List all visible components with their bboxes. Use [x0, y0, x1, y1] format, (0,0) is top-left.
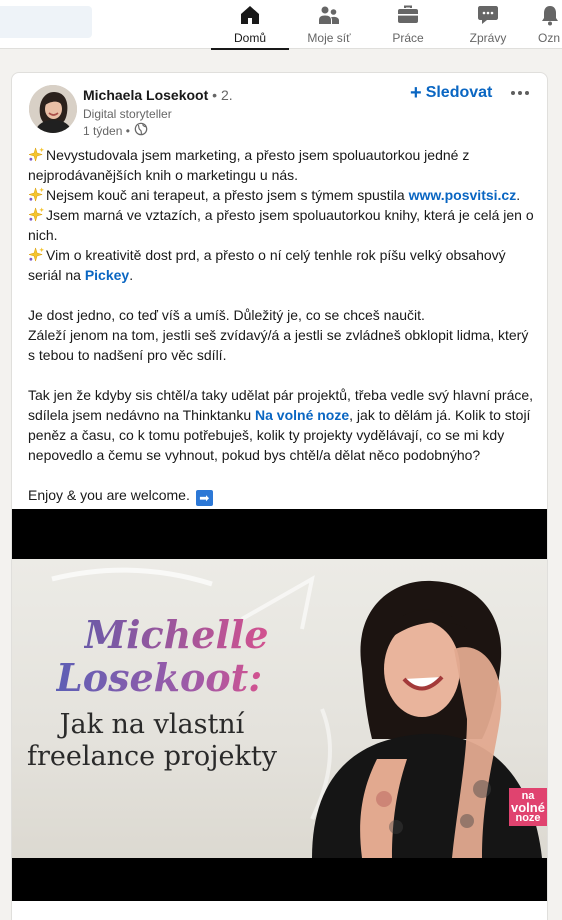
feed-post-card: Michaela Losekoot • 2. Digital storytell…: [11, 72, 548, 920]
right-arrow-emoji-icon: ➡: [195, 490, 213, 506]
post-paragraph-2b: Záleží jenom na tom, jestli seš zvídavý/…: [28, 327, 529, 363]
post-paragraph-4: Enjoy & you are welcome. ➡: [28, 485, 538, 506]
search-input[interactable]: [0, 6, 92, 38]
author-headline: Digital storyteller: [83, 107, 172, 121]
post-line-3: Jsem marná ve vztazích, a přesto jsem sp…: [28, 205, 538, 245]
globe-icon: [134, 122, 148, 139]
author-avatar[interactable]: [29, 85, 77, 133]
more-options-icon[interactable]: [507, 81, 533, 105]
post-line-2: Nejsem kouč ani terapeut, a přesto jsem …: [28, 185, 538, 205]
sparkles-icon: [28, 247, 44, 262]
post-meta: 1 týden •: [83, 122, 148, 139]
my-network-icon: [317, 3, 341, 27]
nav-item-notifications[interactable]: Ozn: [538, 0, 562, 49]
sparkles-icon: [28, 187, 44, 202]
nav-item-jobs[interactable]: Práce: [375, 0, 441, 49]
post-time: 1 týden •: [83, 123, 130, 138]
nav-item-messaging[interactable]: Zprávy: [455, 0, 521, 49]
more-dot: [511, 91, 515, 95]
nav-label-messaging: Zprávy: [469, 31, 507, 45]
post-text-line-2: Nejsem kouč ani terapeut, a přesto jsem …: [46, 187, 409, 203]
author-name[interactable]: Michaela Losekoot • 2.: [83, 87, 233, 103]
messaging-icon: [476, 3, 500, 27]
banner-title-first-name: Michelle: [84, 612, 269, 657]
post-paragraph-4-text: Enjoy & you are welcome.: [28, 487, 190, 503]
nav-item-home[interactable]: Domů: [211, 0, 289, 50]
post-paragraph-3: Tak jen že kdyby sis chtěl/a taky udělat…: [28, 385, 538, 465]
post-media[interactable]: Michelle Losekoot: Jak na vlastní freela…: [12, 509, 547, 901]
follow-button[interactable]: + Sledovat: [410, 83, 492, 103]
link-pickey[interactable]: Pickey: [85, 267, 129, 283]
banner-subtitle: Jak na vlastní freelance projekty: [27, 709, 277, 772]
more-dot: [525, 91, 529, 95]
more-dot: [518, 91, 522, 95]
nav-label-notifications: Ozn: [538, 31, 561, 45]
post-text-line-4-end: .: [129, 267, 134, 283]
plus-icon: +: [410, 82, 422, 104]
link-na-volne-noze[interactable]: Na volné noze: [255, 407, 349, 423]
logo-text-volne: volné: [511, 799, 545, 815]
post-line-4: Vim o kreativitě dost prd, a přesto o ní…: [28, 245, 538, 285]
sparkles-icon: [28, 207, 44, 222]
nav-label-home: Domů: [233, 31, 266, 45]
nav-label-my-network: Moje síť: [307, 31, 351, 45]
author-name-text: Michaela Losekoot: [83, 87, 209, 103]
top-nav-bar: Domů Moje síť Práce Zprávy Ozn: [0, 0, 562, 50]
logo-text-noze: noze: [515, 811, 541, 824]
post-paragraph-2a: Je dost jedno, co teď víš a umíš. Důleži…: [28, 307, 425, 323]
post-text-line-1: Nevystudovala jsem marketing, a přesto j…: [28, 147, 470, 183]
jobs-briefcase-icon: [396, 3, 420, 27]
follow-label: Sledovat: [425, 84, 493, 101]
banner-title-last-name: Losekoot:: [56, 655, 263, 700]
post-line-1: Nevystudovala jsem marketing, a přesto j…: [28, 145, 538, 185]
connection-degree: • 2.: [212, 87, 233, 103]
home-icon: [238, 3, 262, 27]
nav-label-jobs: Práce: [392, 31, 424, 45]
post-text-line-3: Jsem marná ve vztazích, a přesto jsem sp…: [28, 207, 534, 243]
na-volne-noze-logo: na volné noze: [509, 788, 547, 826]
post-text-line-2-end: .: [516, 187, 521, 203]
notifications-icon: [538, 3, 562, 27]
sparkles-icon: [28, 147, 44, 162]
media-banner-image: Michelle Losekoot: Jak na vlastní freela…: [12, 559, 547, 858]
nav-item-my-network[interactable]: Moje síť: [293, 0, 365, 49]
link-posvitsi[interactable]: www.posvitsi.cz: [409, 187, 517, 203]
post-body: Nevystudovala jsem marketing, a přesto j…: [28, 145, 538, 506]
